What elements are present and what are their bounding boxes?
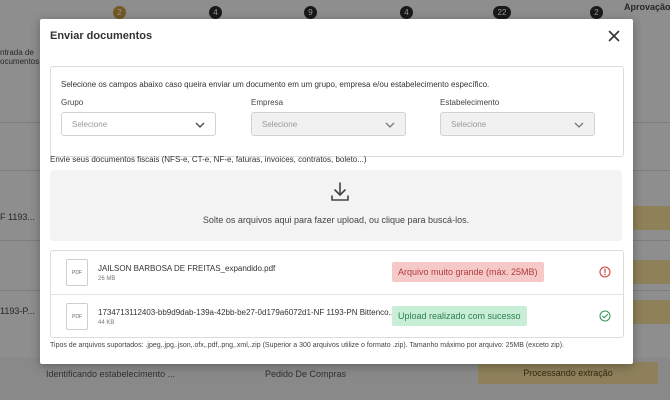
- pdf-file-icon: PDF: [66, 303, 88, 330]
- upload-dropzone[interactable]: Solte os arquivos aqui para fazer upload…: [50, 170, 622, 241]
- list-item: PDF 1734713112403-bb9d9dab-139a-42bb-be2…: [51, 294, 623, 338]
- close-button[interactable]: [606, 28, 622, 44]
- upload-modal: Enviar documentos Selecione os campos ab…: [40, 19, 633, 364]
- empresa-label: Empresa: [251, 98, 284, 107]
- file-size: 26 MB: [98, 276, 116, 282]
- fiscal-docs-label: Envie seus documentos fiscais (NFS-e, CT…: [50, 155, 367, 164]
- file-name: 1734713112403-bb9d9dab-139a-42bb-be27-0d…: [98, 308, 396, 317]
- grupo-placeholder: Selecione: [72, 120, 108, 129]
- modal-title: Enviar documentos: [50, 30, 153, 42]
- empresa-placeholder: Selecione: [262, 120, 298, 129]
- list-item: PDF JAILSON BARBOSA DE FREITAS_expandido…: [51, 251, 623, 294]
- status-badge: Arquivo muito grande (máx. 25MB): [392, 262, 544, 282]
- file-list: PDF JAILSON BARBOSA DE FREITAS_expandido…: [50, 250, 624, 338]
- grupo-select[interactable]: Selecione: [61, 112, 216, 136]
- alert-circle-icon[interactable]: [599, 266, 611, 278]
- status-badge: Upload realizado com sucesso: [392, 306, 527, 326]
- pdf-file-icon: PDF: [66, 259, 88, 286]
- chevron-down-icon: [574, 122, 584, 128]
- file-name: JAILSON BARBOSA DE FREITAS_expandido.pdf: [98, 264, 276, 273]
- filter-instructions: Selecione os campos abaixo caso queira e…: [61, 80, 490, 89]
- file-size: 44 KB: [98, 320, 115, 326]
- download-arrow-icon: [331, 182, 349, 201]
- empresa-select[interactable]: Selecione: [251, 112, 406, 136]
- check-circle-icon: [599, 310, 611, 322]
- grupo-label: Grupo: [61, 98, 84, 107]
- estabelecimento-select[interactable]: Selecione: [440, 112, 595, 136]
- chevron-down-icon: [195, 122, 205, 128]
- dropzone-text: Solte os arquivos aqui para fazer upload…: [202, 215, 470, 225]
- chevron-down-icon: [385, 122, 395, 128]
- supported-formats-text: Tipos de arquivos suportados: .jpeg,.jpg…: [50, 342, 564, 349]
- filter-panel: Selecione os campos abaixo caso queira e…: [50, 66, 624, 157]
- estabelecimento-placeholder: Selecione: [451, 120, 487, 129]
- close-icon: [608, 30, 620, 42]
- estabelecimento-label: Estabelecimento: [440, 98, 500, 107]
